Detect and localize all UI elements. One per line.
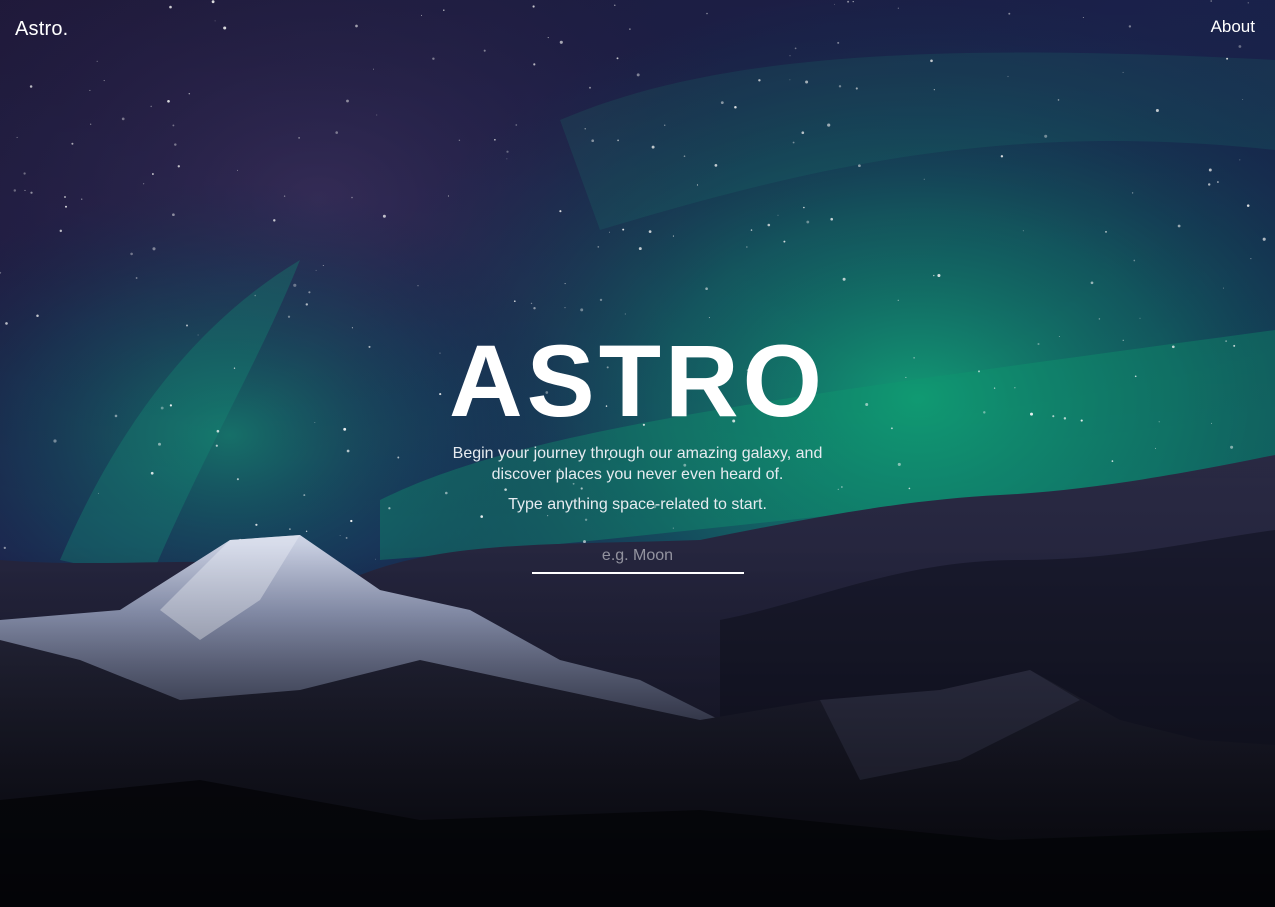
top-navigation-bar: Astro. About [0,0,1275,56]
hero-section: ASTRO Begin your journey through our ama… [0,325,1275,574]
hero-title: ASTRO [449,324,826,438]
search-input[interactable] [531,543,744,572]
brand-logo-link[interactable]: Astro. [15,18,68,41]
hero-subtitle: Begin your journey through our amazing g… [452,445,823,483]
search-field-underline [531,543,744,574]
hero-hint: Type anything space-related to start. [508,496,767,513]
nav-about-link[interactable]: About [1211,17,1255,37]
landing-page: Astro. About ASTRO Begin your journey th… [0,0,1275,907]
